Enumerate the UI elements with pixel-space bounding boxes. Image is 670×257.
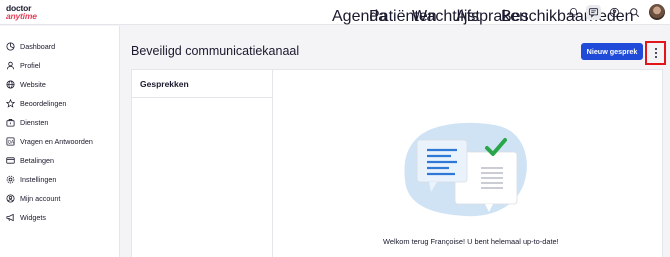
dashboard-icon <box>6 41 15 51</box>
globe-icon <box>6 79 15 89</box>
more-options-highlight <box>645 41 666 65</box>
account-icon <box>6 193 15 203</box>
sidebar-item-label: Beoordelingen <box>20 98 67 108</box>
sidebar-item-label: Mijn account <box>20 193 61 203</box>
conversations-title: Gesprekken <box>140 79 189 89</box>
qa-icon: QA <box>6 136 15 146</box>
brand-logo-line2: anytime <box>6 11 37 21</box>
help-icon[interactable] <box>607 5 622 20</box>
conversations-panel: Gesprekken <box>131 69 663 257</box>
search-icon[interactable] <box>627 5 642 20</box>
sidebar-item-label: Vragen en Antwoorden <box>20 136 93 146</box>
user-icon <box>6 61 15 70</box>
messages-illustration-icon <box>404 122 527 217</box>
sidebar-item-label: Dashboard <box>20 41 56 51</box>
divider <box>132 97 273 98</box>
chat-icon[interactable] <box>586 5 601 20</box>
top-bar: doctor anytime Agenda Patiënten Wachtlij… <box>0 0 670 25</box>
sidebar-item-label: Instellingen <box>20 174 57 184</box>
sidebar-item-dashboard[interactable]: Dashboard <box>6 39 55 53</box>
briefcase-icon <box>6 118 15 127</box>
new-conversation-button[interactable]: Nieuw gesprek <box>581 43 643 60</box>
avatar[interactable] <box>649 4 665 20</box>
sidebar-item-beoordelingen[interactable]: Beoordelingen <box>6 96 66 110</box>
sidebar-item-betalingen[interactable]: Betalingen <box>6 153 54 167</box>
sidebar-item-vragen-en-antwoorden[interactable]: QA Vragen en Antwoorden <box>6 134 93 148</box>
sidebar-item-label: Website <box>20 79 46 89</box>
sidebar-item-profiel[interactable]: Profiel <box>6 58 40 72</box>
sidebar-item-widgets[interactable]: Widgets <box>6 210 46 224</box>
sidebar-item-label: Betalingen <box>20 155 54 165</box>
sidebar-item-instellingen[interactable]: Instellingen <box>6 172 56 186</box>
svg-text:QA: QA <box>8 139 14 144</box>
gear-icon <box>6 175 15 184</box>
page-title: Beveiligd communicatiekanaal <box>131 44 300 58</box>
empty-state-message: Welkom terug Françoise! U bent helemaal … <box>383 237 559 246</box>
card-icon <box>6 156 15 165</box>
conversation-list: Gesprekken <box>132 70 273 257</box>
sidebar-item-diensten[interactable]: Diensten <box>6 115 48 129</box>
sidebar-item-label: Profiel <box>20 60 41 70</box>
sidebar: Dashboard Profiel Website Beoordelingen … <box>0 26 120 257</box>
sidebar-item-website[interactable]: Website <box>6 77 46 91</box>
sidebar-item-mijn-account[interactable]: Mijn account <box>6 191 60 205</box>
sidebar-item-label: Widgets <box>20 212 46 222</box>
megaphone-icon <box>6 213 15 222</box>
brand-logo[interactable]: doctor anytime <box>6 4 37 21</box>
bell-icon[interactable] <box>566 5 581 20</box>
sidebar-item-label: Diensten <box>20 117 49 127</box>
more-options-icon[interactable] <box>652 46 660 60</box>
star-icon <box>6 98 15 108</box>
